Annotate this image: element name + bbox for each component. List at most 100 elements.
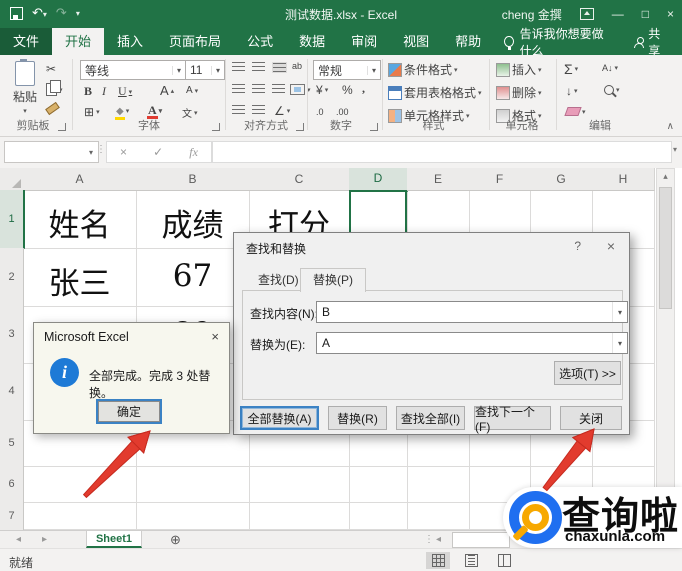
insert-function-icon[interactable]: fx bbox=[189, 145, 198, 160]
dialog-help-icon[interactable]: ? bbox=[574, 239, 581, 253]
ribbon-display-options-icon[interactable] bbox=[580, 8, 594, 20]
options-button[interactable]: 选项(T) >> bbox=[554, 361, 621, 385]
row-header-5[interactable]: 5 bbox=[0, 420, 24, 467]
cell-a2[interactable]: 张三 bbox=[23, 258, 136, 303]
expand-formula-bar-icon[interactable]: ▾ bbox=[673, 145, 677, 154]
format-as-table-dropdown-icon[interactable]: ▾ bbox=[478, 89, 482, 97]
increase-indent-button[interactable] bbox=[252, 105, 265, 114]
align-center-button[interactable] bbox=[252, 84, 265, 93]
underline-dropdown-icon[interactable]: ▾ bbox=[129, 88, 133, 96]
confirm-entry-icon[interactable]: ✓ bbox=[153, 145, 163, 159]
column-header-e[interactable]: E bbox=[407, 168, 470, 191]
find-next-button[interactable]: 查找下一个(F) bbox=[474, 406, 551, 430]
grow-font-button[interactable]: A▴ bbox=[160, 83, 174, 98]
cancel-entry-icon[interactable]: × bbox=[120, 145, 127, 159]
column-header-h[interactable]: H bbox=[592, 168, 655, 191]
column-header-b[interactable]: B bbox=[136, 168, 250, 191]
font-name-combo[interactable]: 等线▾ bbox=[80, 60, 186, 80]
row-header-1[interactable]: 1 bbox=[0, 190, 25, 249]
tab-scroll-splitter[interactable]: ⋮ bbox=[424, 531, 434, 549]
number-format-combo[interactable]: 常规▾ bbox=[313, 60, 381, 80]
new-sheet-icon[interactable]: ⊕ bbox=[170, 532, 181, 548]
tab-insert[interactable]: 插入 bbox=[104, 28, 156, 55]
fill-color-dropdown-icon[interactable]: ▾ bbox=[126, 107, 130, 115]
replace-with-combo[interactable]: A▾ bbox=[316, 332, 628, 354]
row-header-6[interactable]: 6 bbox=[0, 466, 24, 503]
font-size-combo[interactable]: 11▾ bbox=[185, 60, 225, 80]
next-sheet-icon[interactable]: ▸ bbox=[42, 531, 47, 549]
number-format-dropdown-icon[interactable]: ▾ bbox=[367, 66, 380, 75]
conditional-formatting-button[interactable]: 条件格式▾ bbox=[388, 61, 458, 78]
row-header-7[interactable]: 7 bbox=[0, 502, 24, 531]
share-button[interactable]: 共享 bbox=[620, 28, 682, 55]
tab-review[interactable]: 审阅 bbox=[338, 28, 390, 55]
maximize-button[interactable]: □ bbox=[642, 7, 649, 21]
hscroll-left-icon[interactable]: ◂ bbox=[436, 531, 441, 549]
decrease-decimal-button[interactable]: .00 bbox=[336, 107, 349, 117]
phonetic-dropdown-icon[interactable]: ▾ bbox=[194, 109, 198, 117]
tab-help[interactable]: 帮助 bbox=[442, 28, 494, 55]
format-painter-button[interactable] bbox=[46, 105, 59, 112]
copy-button[interactable]: ▾ bbox=[46, 83, 63, 96]
dialog-tab-replace[interactable]: 替换(P) bbox=[300, 268, 366, 292]
minimize-button[interactable]: — bbox=[612, 7, 624, 21]
number-dialog-launcher[interactable] bbox=[370, 123, 378, 131]
collapse-ribbon-button[interactable]: ∧ bbox=[667, 121, 674, 132]
font-size-dropdown-icon[interactable]: ▾ bbox=[211, 66, 224, 75]
bottom-align-button[interactable] bbox=[272, 62, 287, 73]
tab-formulas[interactable]: 公式 bbox=[234, 28, 286, 55]
fill-dropdown-icon[interactable]: ▾ bbox=[574, 87, 578, 95]
alignment-dialog-launcher[interactable] bbox=[296, 123, 304, 131]
clear-button[interactable]: ▾ bbox=[566, 107, 586, 116]
orientation-button[interactable]: ∠▾ bbox=[274, 104, 290, 118]
decrease-indent-button[interactable] bbox=[232, 105, 245, 114]
row-header-4[interactable]: 4 bbox=[0, 363, 24, 421]
increase-decimal-button[interactable]: .0 bbox=[316, 107, 324, 117]
replace-button[interactable]: 替换(R) bbox=[328, 406, 387, 430]
column-header-d[interactable]: D bbox=[349, 168, 408, 192]
find-what-dropdown-icon[interactable]: ▾ bbox=[612, 302, 627, 322]
column-header-c[interactable]: C bbox=[249, 168, 350, 191]
page-layout-view-button[interactable] bbox=[459, 552, 483, 569]
format-as-table-button[interactable]: 套用表格格式▾ bbox=[388, 84, 482, 101]
align-right-button[interactable] bbox=[272, 84, 285, 93]
column-header-f[interactable]: F bbox=[469, 168, 531, 191]
borders-dropdown-icon[interactable]: ▾ bbox=[96, 108, 100, 116]
dialog-close-icon[interactable]: × bbox=[607, 238, 615, 254]
font-dialog-launcher[interactable] bbox=[212, 123, 220, 131]
select-all-corner[interactable] bbox=[0, 168, 24, 191]
conditional-formatting-dropdown-icon[interactable]: ▾ bbox=[454, 66, 458, 74]
sort-filter-dropdown-icon[interactable]: ▾ bbox=[615, 64, 619, 72]
autosum-button[interactable]: Σ▾ bbox=[564, 61, 578, 77]
comma-style-button[interactable]: , bbox=[362, 81, 365, 96]
paste-dropdown-icon[interactable]: ▾ bbox=[23, 107, 27, 115]
find-select-button[interactable]: ▾ bbox=[604, 85, 620, 95]
tab-page-layout[interactable]: 页面布局 bbox=[156, 28, 234, 55]
vertical-scrollbar[interactable]: ▴ bbox=[656, 168, 675, 532]
font-color-button[interactable]: A▾ bbox=[148, 105, 162, 116]
find-all-button[interactable]: 查找全部(I) bbox=[396, 406, 465, 430]
bold-button[interactable]: B bbox=[84, 84, 92, 99]
user-account[interactable]: cheng 金撰 bbox=[502, 6, 562, 23]
message-box-close-icon[interactable]: × bbox=[211, 329, 219, 344]
column-header-a[interactable]: A bbox=[23, 168, 137, 191]
currency-dropdown-icon[interactable]: ▾ bbox=[325, 86, 329, 94]
italic-button[interactable]: I bbox=[102, 84, 106, 99]
clear-dropdown-icon[interactable]: ▾ bbox=[582, 108, 586, 116]
tab-data[interactable]: 数据 bbox=[286, 28, 338, 55]
tab-view[interactable]: 视图 bbox=[390, 28, 442, 55]
paste-button[interactable]: 粘贴 ▾ bbox=[8, 61, 42, 115]
close-dialog-button[interactable]: 关闭 bbox=[560, 406, 622, 430]
delete-cells-dropdown-icon[interactable]: ▾ bbox=[538, 89, 542, 97]
font-name-dropdown-icon[interactable]: ▾ bbox=[172, 66, 185, 75]
orientation-dropdown-icon[interactable]: ▾ bbox=[287, 107, 291, 115]
name-box[interactable]: ▾ bbox=[4, 141, 99, 163]
underline-button[interactable]: U▾ bbox=[118, 84, 132, 99]
middle-align-button[interactable] bbox=[252, 62, 265, 71]
top-align-button[interactable] bbox=[232, 62, 245, 71]
replace-all-button[interactable]: 全部替换(A) bbox=[240, 406, 319, 430]
insert-cells-button[interactable]: 插入▾ bbox=[496, 61, 542, 78]
wrap-text-button[interactable]: ab bbox=[292, 61, 302, 71]
horizontal-scroll-thumb[interactable] bbox=[452, 532, 510, 548]
row-header-3[interactable]: 3 bbox=[0, 306, 24, 364]
